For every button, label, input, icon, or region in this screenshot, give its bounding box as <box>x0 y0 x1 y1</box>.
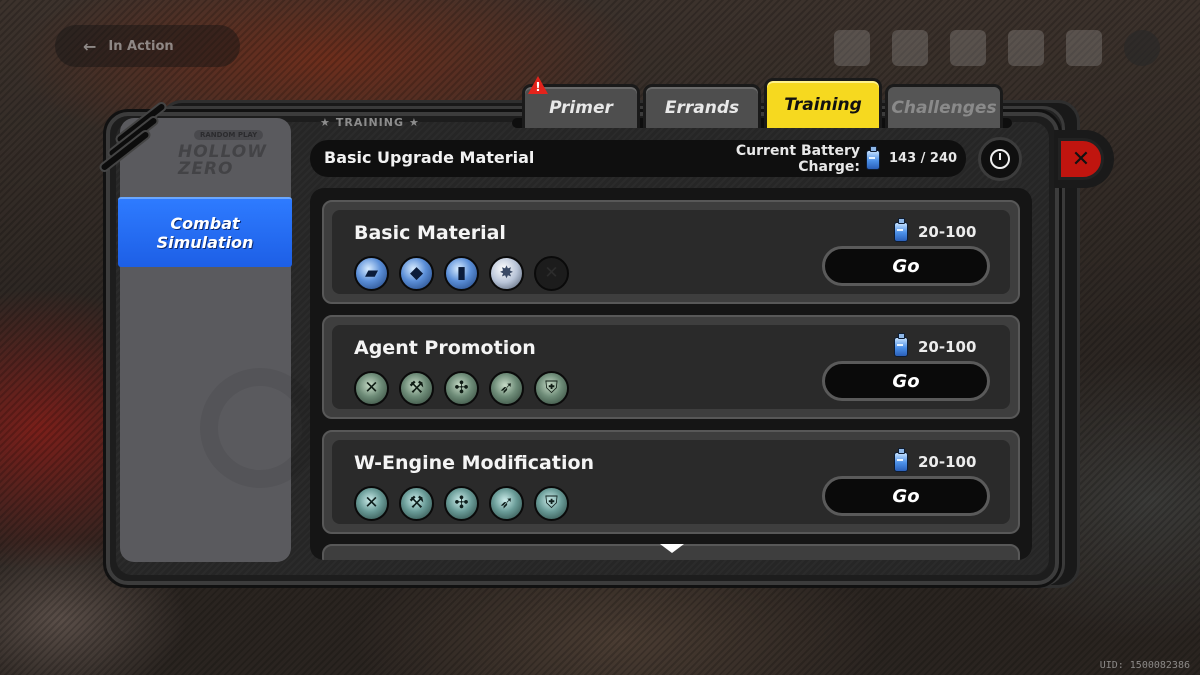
item-glyph: ⛨ <box>545 378 558 398</box>
battery-charge-icon <box>866 146 880 170</box>
card-title: Basic Material <box>354 222 506 244</box>
item-glyph: ✕ <box>364 378 379 398</box>
hammer-icon[interactable]: ⚒ <box>399 371 434 406</box>
hud-back-button[interactable]: ← In Action <box>55 25 240 67</box>
back-arrow-icon: ← <box>83 36 97 56</box>
item-glyph: ✸ <box>499 263 514 283</box>
battery-value: 143 / 240 <box>889 151 958 166</box>
hud-quest-icon[interactable] <box>950 30 986 66</box>
close-icon: ✕ <box>1071 146 1091 172</box>
tab-training[interactable]: Training <box>764 78 882 128</box>
uid-label: UID: 1500082386 <box>1099 660 1190 671</box>
hud-map-icon[interactable] <box>834 30 870 66</box>
tab-label: Primer <box>549 97 613 118</box>
star-icon: ★ <box>320 116 331 129</box>
item-glyph: ⚒ <box>408 493 425 513</box>
battery-icon[interactable]: ▮ <box>444 256 479 291</box>
sidebar: RANDOM PLAY HOLLOW ZERO <box>120 118 320 562</box>
card-title: W-Engine Modification <box>354 452 595 474</box>
go-label: Go <box>892 370 920 392</box>
chip-icon[interactable]: ▰ <box>354 256 389 291</box>
tab-challenges[interactable]: Challenges <box>885 84 1003 128</box>
battery-charge-icon <box>894 333 908 357</box>
item-glyph: ✕ <box>364 493 379 513</box>
go-button[interactable]: Go <box>822 246 990 286</box>
fan-icon[interactable]: ✣ <box>444 486 479 521</box>
crossed-tools-icon[interactable]: ✕ <box>354 371 389 406</box>
section-label: ★ TRAINING ★ <box>320 116 420 129</box>
hud-next-icon[interactable] <box>1124 30 1160 66</box>
list-item-w-engine-modification: W-Engine Modification ✕ ⚒ ✣ ➶ ⛨ 20-100 G… <box>322 430 1020 534</box>
hud-icon-bar <box>834 30 1160 66</box>
card-title: Agent Promotion <box>354 337 536 359</box>
tab-label: Errands <box>664 97 740 118</box>
fan-icon[interactable]: ✣ <box>444 371 479 406</box>
hud-event-icon[interactable] <box>1008 30 1044 66</box>
sidebar-item-label: Combat Simulation <box>156 214 254 252</box>
go-button[interactable]: Go <box>822 361 990 401</box>
item-glyph: ✣ <box>454 493 469 513</box>
go-label: Go <box>892 485 920 507</box>
cost-value: 20-100 <box>918 453 977 471</box>
close-button[interactable]: ✕ <box>1058 138 1104 180</box>
battery-charge-icon <box>894 448 908 472</box>
item-glyph: ▮ <box>456 263 467 283</box>
shield-icon[interactable]: ⛨ <box>534 371 569 406</box>
section-label-text: TRAINING <box>335 116 404 129</box>
item-glyph: ▰ <box>364 263 379 283</box>
gear-icon[interactable]: ✸ <box>489 256 524 291</box>
bullet-icon[interactable]: ➶ <box>489 371 524 406</box>
item-glyph: ➶ <box>499 378 514 398</box>
sidebar-item-combat-simulation[interactable]: Combat Simulation <box>118 197 292 267</box>
material-list[interactable]: Basic Material ▰ ◆ ▮ ✸ ✕ 20-100 Go Agent… <box>310 188 1032 560</box>
crossed-tools-icon[interactable]: ✕ <box>354 486 389 521</box>
item-glyph: ◆ <box>409 263 424 283</box>
cost-value: 20-100 <box>918 338 977 356</box>
tab-errands[interactable]: Errands <box>643 84 761 128</box>
hammer-icon[interactable]: ⚒ <box>399 486 434 521</box>
cost-value: 20-100 <box>918 223 977 241</box>
tab-label: Challenges <box>891 97 997 118</box>
hud-back-label: In Action <box>108 38 174 54</box>
battery-cost: 20-100 <box>894 333 977 357</box>
battery-cost: 20-100 <box>894 218 977 242</box>
bullet-icon[interactable]: ➶ <box>489 486 524 521</box>
go-label: Go <box>892 255 920 277</box>
reward-items: ✕ ⚒ ✣ ➶ ⛨ <box>354 486 569 521</box>
refresh-timer-button[interactable] <box>978 137 1022 181</box>
battery-charge-icon <box>894 218 908 242</box>
item-glyph: ✕ <box>544 263 559 283</box>
battery-label: Current Battery Charge: <box>735 143 860 175</box>
scroll-down-icon[interactable] <box>660 544 684 553</box>
item-glyph: ⛨ <box>545 493 558 513</box>
logo-badge: RANDOM PLAY <box>194 130 264 140</box>
item-glyph: ➶ <box>499 493 514 513</box>
tab-label: Training <box>784 94 862 115</box>
sidebar-decoration <box>200 368 320 488</box>
binder-rings <box>97 99 178 180</box>
clock-icon <box>990 149 1010 169</box>
go-button[interactable]: Go <box>822 476 990 516</box>
item-glyph: ⚒ <box>408 378 425 398</box>
star-icon: ★ <box>409 116 420 129</box>
battery-cost: 20-100 <box>894 448 977 472</box>
list-item-agent-promotion: Agent Promotion ✕ ⚒ ✣ ➶ ⛨ 20-100 Go <box>322 315 1020 419</box>
logo-text: HOLLOW ZERO <box>178 142 267 179</box>
page-title: Basic Upgrade Material <box>324 148 535 167</box>
alert-badge-text: ! <box>535 80 541 94</box>
list-item-basic-material: Basic Material ▰ ◆ ▮ ✸ ✕ 20-100 Go <box>322 200 1020 304</box>
shield-icon[interactable]: ⛨ <box>534 486 569 521</box>
item-glyph: ✣ <box>454 378 469 398</box>
reward-items: ▰ ◆ ▮ ✸ ✕ <box>354 256 569 291</box>
hud-shop-icon[interactable] <box>1066 30 1102 66</box>
locked-slot-icon: ✕ <box>534 256 569 291</box>
hud-inventory-icon[interactable] <box>892 30 928 66</box>
reward-items: ✕ ⚒ ✣ ➶ ⛨ <box>354 371 569 406</box>
tank-icon[interactable]: ◆ <box>399 256 434 291</box>
